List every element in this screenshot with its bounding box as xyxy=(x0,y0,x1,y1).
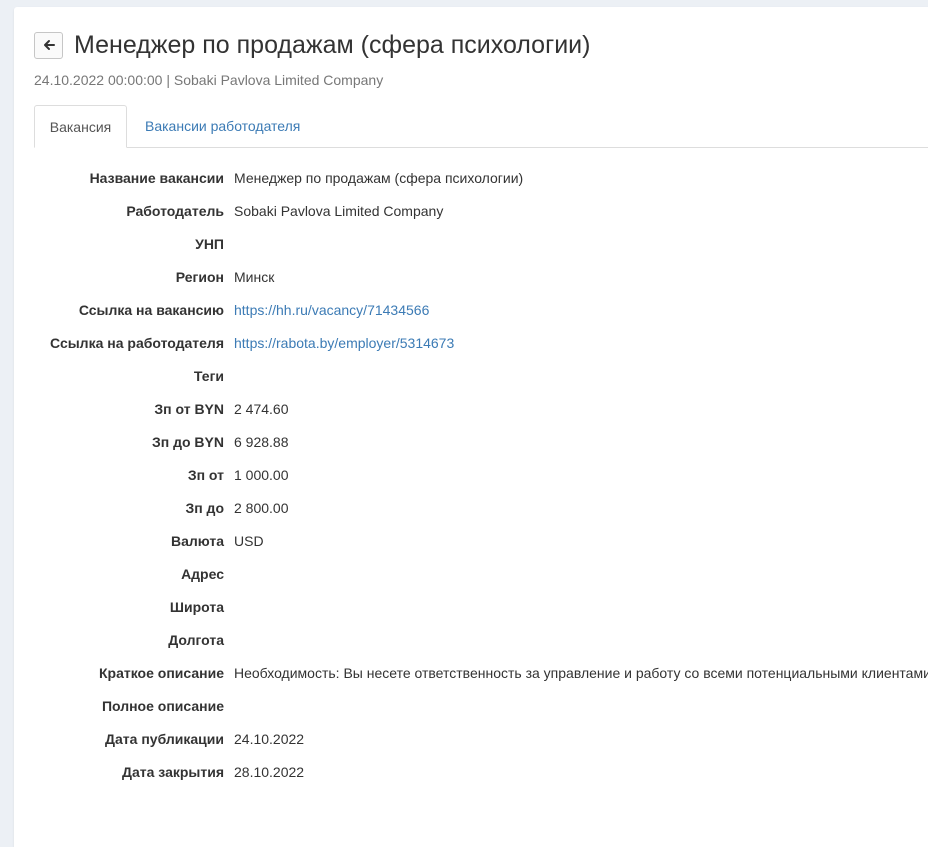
field-value: USD xyxy=(234,533,264,549)
field-row-publish-date: Дата публикации 24.10.2022 xyxy=(14,729,928,762)
field-row-tags: Теги xyxy=(14,366,928,399)
field-label: Зп до BYN xyxy=(151,434,224,450)
field-label: Зп от BYN xyxy=(154,401,224,417)
field-row-address: Адрес xyxy=(14,564,928,597)
field-value: Sobaki Pavlova Limited Company xyxy=(234,203,444,219)
page-subtitle: 24.10.2022 00:00:00 | Sobaki Pavlova Lim… xyxy=(34,72,384,88)
arrow-left-icon xyxy=(43,39,55,51)
field-value: Минск xyxy=(234,269,275,285)
field-row-employer-link: Ссылка на работодателя https://rabota.by… xyxy=(14,333,928,366)
field-label: Ссылка на работодателя xyxy=(50,335,224,351)
vacancy-panel: Менеджер по продажам (сфера психологии) … xyxy=(14,7,928,847)
page-header: Менеджер по продажам (сфера психологии) xyxy=(34,30,590,60)
field-value: 1 000.00 xyxy=(234,467,289,483)
tab-employer-vacancies[interactable]: Вакансии работодателя xyxy=(130,105,315,147)
field-label: Работодатель xyxy=(126,203,224,219)
field-row-vacancy-link: Ссылка на вакансию https://hh.ru/vacancy… xyxy=(14,300,928,333)
field-row-name: Название вакансии Менеджер по продажам (… xyxy=(14,168,928,201)
field-label: Ссылка на вакансию xyxy=(78,302,224,318)
field-label: Широта xyxy=(169,599,224,615)
field-label: Полное описание xyxy=(101,698,224,714)
field-row-close-date: Дата закрытия 28.10.2022 xyxy=(14,762,928,795)
field-label: Краткое описание xyxy=(99,665,224,681)
field-value: 28.10.2022 xyxy=(234,764,305,780)
field-label: Зп от xyxy=(187,467,224,483)
tab-bar: Вакансия Вакансии работодателя xyxy=(34,105,928,148)
field-label: Зп до xyxy=(185,500,224,516)
field-value: Необходимость: Вы несете ответственность… xyxy=(234,665,928,681)
employer-link[interactable]: https://rabota.by/employer/5314673 xyxy=(234,333,454,353)
field-label: УНП xyxy=(195,236,224,252)
field-label: Теги xyxy=(193,368,224,384)
field-label: Адрес xyxy=(181,566,224,582)
vacancy-details: Название вакансии Менеджер по продажам (… xyxy=(14,168,928,795)
field-value: 2 474.60 xyxy=(234,401,289,417)
field-value: Менеджер по продажам (сфера психологии) xyxy=(234,170,524,186)
field-row-salary-from-byn: Зп от BYN 2 474.60 xyxy=(14,399,928,432)
field-row-salary-to-byn: Зп до BYN 6 928.88 xyxy=(14,432,928,465)
field-label: Дата публикации xyxy=(105,731,224,747)
back-button[interactable] xyxy=(34,31,63,59)
field-row-unp: УНП xyxy=(14,234,928,267)
field-label: Название вакансии xyxy=(89,170,224,186)
field-label: Валюта xyxy=(170,533,224,549)
field-label: Регион xyxy=(175,269,224,285)
field-row-region: Регион Минск xyxy=(14,267,928,300)
field-row-short-description: Краткое описание Необходимость: Вы несет… xyxy=(14,663,928,696)
page-title: Менеджер по продажам (сфера психологии) xyxy=(74,31,591,59)
field-value: 24.10.2022 xyxy=(234,731,305,747)
field-label: Долгота xyxy=(168,632,224,648)
vacancy-link[interactable]: https://hh.ru/vacancy/71434566 xyxy=(234,300,429,320)
field-value: 6 928.88 xyxy=(234,434,289,450)
field-row-salary-to: Зп до 2 800.00 xyxy=(14,498,928,531)
field-row-currency: Валюта USD xyxy=(14,531,928,564)
field-row-longitude: Долгота xyxy=(14,630,928,663)
tab-vacancy[interactable]: Вакансия xyxy=(34,105,127,148)
field-row-full-description: Полное описание xyxy=(14,696,928,729)
field-label: Дата закрытия xyxy=(122,764,224,780)
field-row-latitude: Широта xyxy=(14,597,928,630)
field-row-employer: Работодатель Sobaki Pavlova Limited Comp… xyxy=(14,201,928,234)
field-row-salary-from: Зп от 1 000.00 xyxy=(14,465,928,498)
field-value: 2 800.00 xyxy=(234,500,289,516)
